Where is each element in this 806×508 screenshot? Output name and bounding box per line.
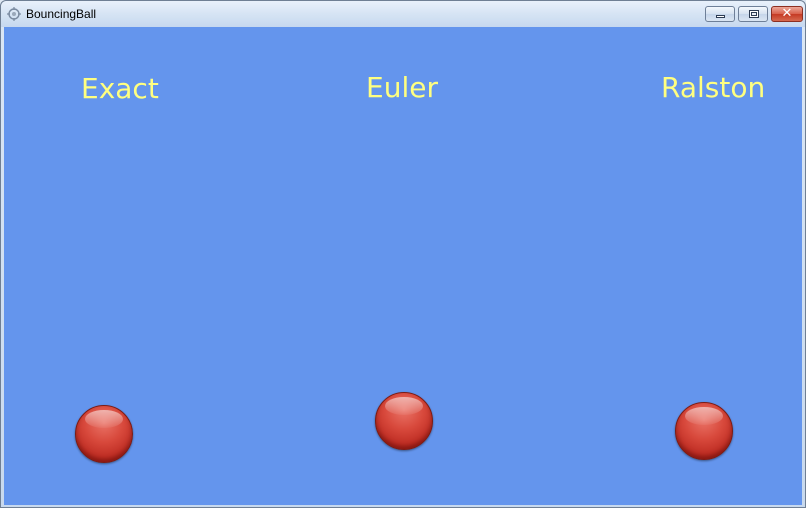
app-icon[interactable]	[6, 6, 22, 22]
minimize-icon	[716, 15, 725, 18]
ball-ralston	[675, 402, 733, 460]
ball-exact	[75, 405, 133, 463]
label-ralston: Ralston	[661, 71, 766, 104]
window-title: BouncingBall	[26, 7, 97, 21]
ball-euler	[375, 392, 433, 450]
maximize-button[interactable]	[738, 6, 768, 22]
minimize-button[interactable]	[705, 6, 735, 22]
app-window: BouncingBall ✕ Exact Euler Ralston	[0, 0, 806, 508]
close-button[interactable]: ✕	[771, 6, 803, 22]
label-euler: Euler	[366, 71, 438, 104]
simulation-canvas: Exact Euler Ralston	[4, 27, 802, 505]
maximize-icon	[749, 10, 759, 18]
close-icon: ✕	[781, 6, 793, 21]
label-exact: Exact	[81, 72, 159, 105]
title-bar[interactable]: BouncingBall ✕	[1, 1, 805, 27]
